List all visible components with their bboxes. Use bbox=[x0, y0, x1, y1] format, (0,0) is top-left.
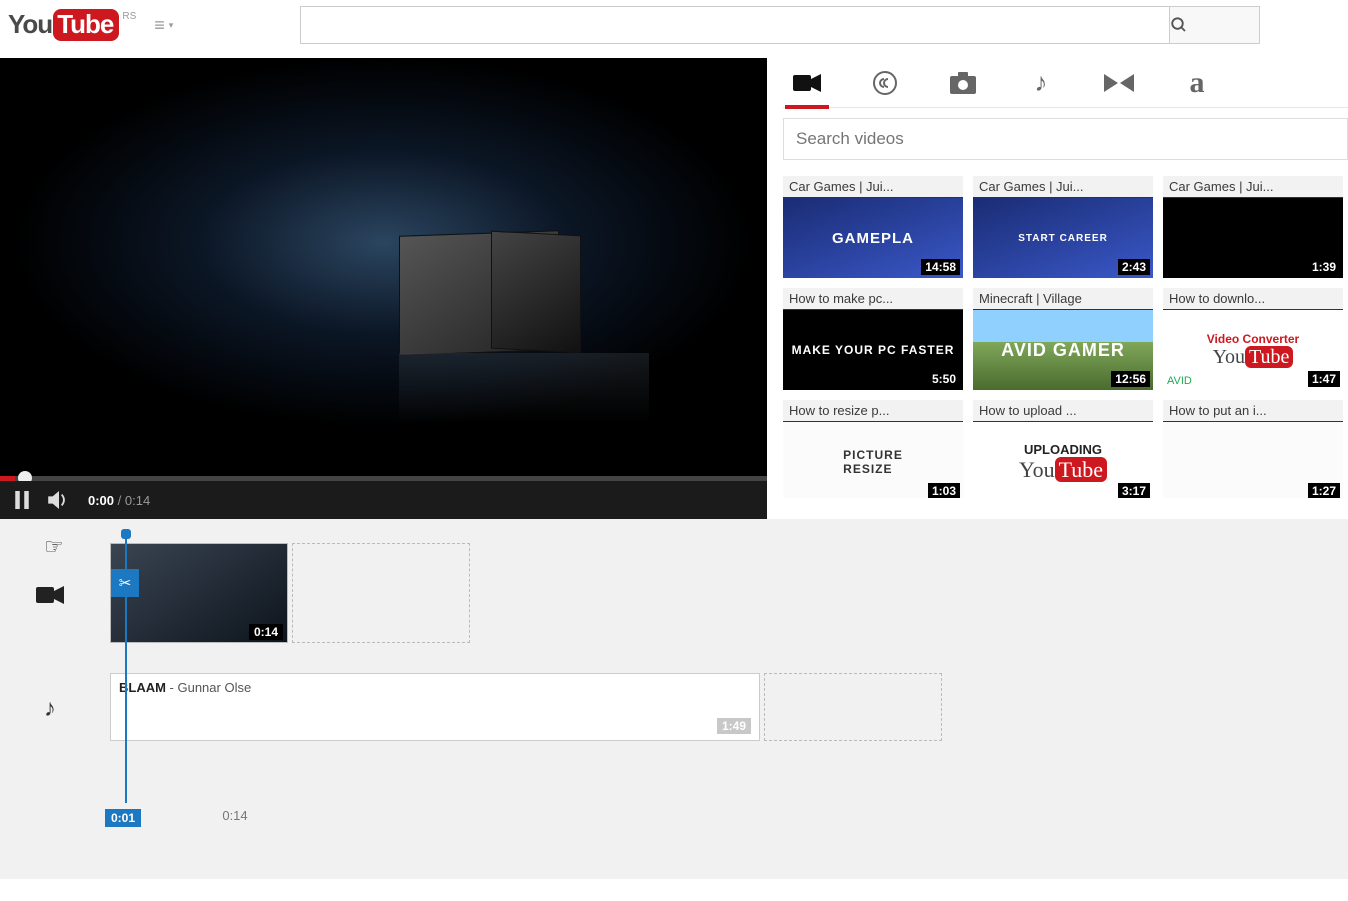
pause-button[interactable] bbox=[14, 491, 30, 509]
thumbnail-duration: 1:47 bbox=[1308, 371, 1340, 387]
timeline-audio-clip[interactable]: BLAAM - Gunnar Olse 1:49 bbox=[110, 673, 760, 741]
clip-duration: 0:14 bbox=[249, 624, 283, 640]
thumbnail-duration: 1:27 bbox=[1308, 483, 1340, 498]
video-content bbox=[491, 231, 581, 354]
audio-track-lane[interactable]: BLAAM - Gunnar Olse 1:49 bbox=[100, 673, 1000, 745]
thumbnail-title: How to make pc... bbox=[783, 288, 963, 309]
right-panel: ♪ a GAMEPLA Car Games | Jui... 14:58 STA… bbox=[767, 58, 1348, 519]
video-player[interactable]: 0:00 / 0:14 bbox=[0, 58, 767, 519]
video-thumbnail[interactable]: START CAREER Car Games | Jui... 2:43 bbox=[973, 176, 1153, 278]
video-grid: GAMEPLA Car Games | Jui... 14:58 START C… bbox=[783, 176, 1348, 498]
music-note-icon: ♪ bbox=[44, 695, 56, 723]
transition-icon bbox=[1104, 74, 1134, 92]
audio-clip-duration: 1:49 bbox=[717, 718, 751, 734]
search-input[interactable] bbox=[300, 6, 1170, 44]
pause-icon bbox=[14, 491, 30, 509]
playhead-knob[interactable] bbox=[121, 529, 131, 539]
audio-drop-zone[interactable] bbox=[764, 673, 942, 741]
video-drop-zone[interactable] bbox=[292, 543, 470, 643]
thumbnail-title: How to downlo... bbox=[1163, 288, 1343, 309]
video-thumbnail[interactable]: MAKE YOUR PC FASTER How to make pc... 5:… bbox=[783, 288, 963, 390]
tab-text[interactable]: a bbox=[1179, 58, 1215, 108]
logo-you: You bbox=[8, 9, 52, 40]
youtube-logo[interactable]: You Tube RS bbox=[8, 9, 136, 41]
search-icon bbox=[1170, 16, 1188, 34]
video-thumbnail[interactable]: Video Converter YouTube AVID How to down… bbox=[1163, 288, 1343, 390]
player-controls: 0:00 / 0:14 bbox=[0, 481, 767, 519]
thumbnail-duration: 3:17 bbox=[1118, 483, 1150, 498]
thumbnail-title: Car Games | Jui... bbox=[973, 176, 1153, 197]
thumbnail-title: How to resize p... bbox=[783, 400, 963, 421]
ruler-tick: 0:14 bbox=[150, 808, 320, 823]
audio-track: ♪ BLAAM - Gunnar Olse 1:49 bbox=[0, 673, 1348, 745]
logo-tube: Tube bbox=[53, 9, 119, 41]
video-thumbnail[interactable]: Car Games | Jui... 1:39 bbox=[1163, 176, 1343, 278]
player-time: 0:00 / 0:14 bbox=[88, 493, 150, 508]
video-thumbnail[interactable]: How to put an i... 1:27 bbox=[1163, 400, 1343, 498]
tab-photo[interactable] bbox=[945, 58, 981, 108]
thumbnail-duration: 12:56 bbox=[1111, 371, 1150, 387]
music-note-icon: ♪ bbox=[1035, 67, 1048, 98]
volume-button[interactable] bbox=[48, 491, 70, 509]
header: You Tube RS ≡ ▾ bbox=[0, 0, 1348, 58]
video-thumbnail[interactable]: UPLOADING YouTube How to upload ... 3:17 bbox=[973, 400, 1153, 498]
timeline-editor: 0:14 ♪ BLAAM - Gunnar Olse 1:49 ✂ 0:01 bbox=[0, 519, 1348, 879]
camcorder-icon bbox=[36, 585, 64, 605]
camcorder-icon bbox=[793, 73, 821, 93]
playhead[interactable]: ✂ 0:01 bbox=[125, 533, 127, 803]
video-track-lane[interactable]: 0:14 bbox=[100, 543, 1000, 647]
volume-icon bbox=[48, 491, 70, 509]
chevron-down-icon: ▾ bbox=[169, 20, 174, 31]
camera-icon bbox=[950, 72, 976, 94]
scissors-icon: ✂ bbox=[119, 574, 132, 592]
video-thumbnail[interactable]: AVID GAMER Minecraft | Village 12:56 bbox=[973, 288, 1153, 390]
thumbnail-duration: 1:03 bbox=[928, 483, 960, 498]
audio-clip-title: BLAAM - Gunnar Olse bbox=[119, 680, 251, 695]
video-thumbnail[interactable]: PICTURERESIZE How to resize p... 1:03 bbox=[783, 400, 963, 498]
thumbnail-title: Car Games | Jui... bbox=[783, 176, 963, 197]
thumbnail-duration: 2:43 bbox=[1118, 259, 1150, 275]
current-time: 0:00 bbox=[88, 493, 114, 508]
thumbnail-duration: 1:39 bbox=[1308, 259, 1340, 275]
text-icon: a bbox=[1190, 66, 1205, 100]
tab-cc[interactable] bbox=[867, 58, 903, 108]
video-thumbnail[interactable]: GAMEPLA Car Games | Jui... 14:58 bbox=[783, 176, 963, 278]
cc-icon bbox=[872, 70, 898, 96]
video-track: 0:14 bbox=[0, 543, 1348, 647]
main-row: 0:00 / 0:14 ♪ a bbox=[0, 58, 1348, 519]
tab-transition[interactable] bbox=[1101, 58, 1137, 108]
video-search bbox=[783, 108, 1348, 170]
thumbnail-title: How to put an i... bbox=[1163, 400, 1343, 421]
menu-icon: ≡ bbox=[154, 19, 165, 31]
thumbnail-duration: 14:58 bbox=[921, 259, 960, 275]
guide-toggle[interactable]: ≡ ▾ bbox=[154, 19, 173, 31]
audio-track-icon: ♪ bbox=[0, 695, 100, 723]
video-content bbox=[399, 353, 649, 423]
tab-video[interactable] bbox=[789, 58, 825, 108]
thumbnail-duration: 5:50 bbox=[928, 371, 960, 387]
logo-region: RS bbox=[122, 11, 136, 22]
header-search bbox=[300, 6, 1260, 44]
timeline-ruler: 0:14 bbox=[110, 808, 320, 823]
video-track-icon bbox=[0, 585, 100, 605]
thumbnail-title: Car Games | Jui... bbox=[1163, 176, 1343, 197]
search-button[interactable] bbox=[1170, 6, 1260, 44]
tab-audio[interactable]: ♪ bbox=[1023, 58, 1059, 108]
video-search-input[interactable] bbox=[783, 118, 1348, 160]
tool-tabs: ♪ a bbox=[783, 58, 1348, 108]
cut-button[interactable]: ✂ bbox=[111, 569, 139, 597]
thumbnail-title: How to upload ... bbox=[973, 400, 1153, 421]
duration: / 0:14 bbox=[114, 493, 150, 508]
thumbnail-title: Minecraft | Village bbox=[973, 288, 1153, 309]
